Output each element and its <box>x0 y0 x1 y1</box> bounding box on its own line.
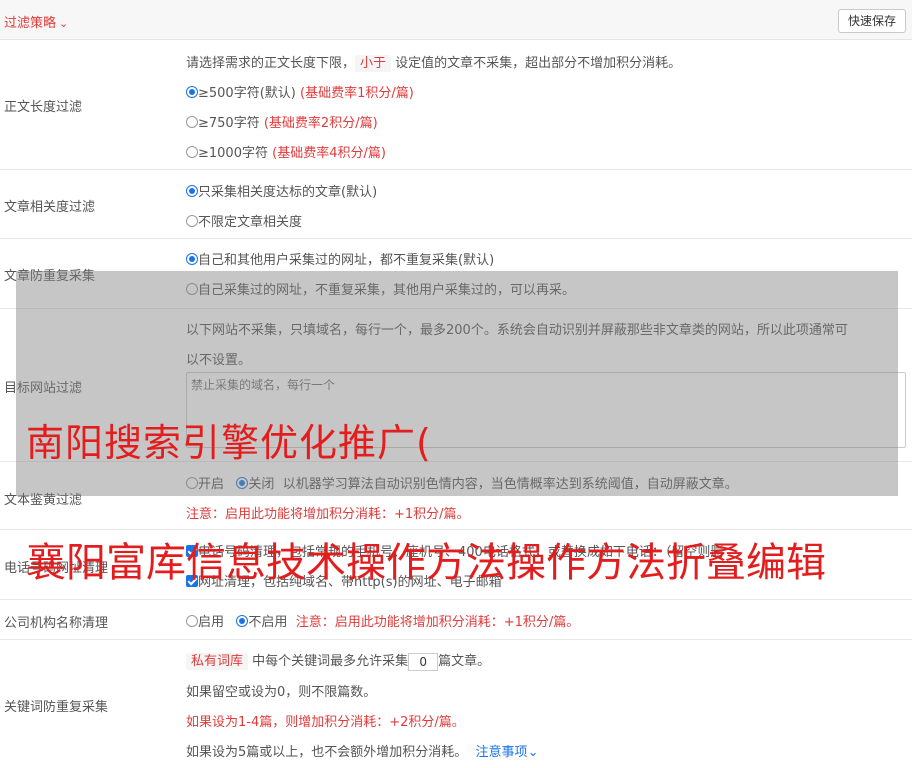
radio-selected-icon[interactable] <box>236 615 249 627</box>
company-filter-label: 公司机构名称清理 <box>4 616 109 631</box>
header-bar: 过滤策略 ⌄ 快速保存 <box>0 0 912 40</box>
radio-icon[interactable] <box>186 615 198 627</box>
dup-option-all-users[interactable]: 自己和其他用户采集过的网址，都不重复采集(默认) <box>186 249 494 268</box>
porn-filter-note: 注意：启用此功能将增加积分消耗：+1积分/篇。 <box>186 507 470 522</box>
keyword-filter-label: 关键词防重复采集 <box>4 700 109 715</box>
keyword-limit-input[interactable] <box>408 652 439 671</box>
length-option-750[interactable]: ≥750字符 (基础费率2积分/篇) <box>186 112 378 131</box>
chevron-down-icon: ⌄ <box>59 17 69 30</box>
radio-icon[interactable] <box>186 116 198 128</box>
relevance-filter-row: 文章相关度过滤 只采集相关度达标的文章(默认) 不限定文章相关度 <box>0 170 912 239</box>
radio-icon[interactable] <box>186 146 198 158</box>
length-filter-desc: 请选择需求的正文长度下限， 小于 设定值的文章不采集，超出部分不增加积分消耗。 <box>186 55 682 72</box>
relevance-option-qualified[interactable]: 只采集相关度达标的文章(默认) <box>186 181 377 200</box>
length-filter-label: 正文长度过滤 <box>4 100 83 115</box>
radio-selected-icon[interactable] <box>186 86 198 98</box>
keyword-desc-3: 如果设为1-4篇，则增加积分消耗：+2积分/篇。 <box>186 715 465 730</box>
radio-selected-icon[interactable] <box>186 253 198 265</box>
notes-link[interactable]: 注意事项⌄ <box>476 745 539 760</box>
private-lexicon-tag[interactable]: 私有词库 <box>186 653 249 670</box>
keyword-filter-row: 关键词防重复采集 私有词库 中每个关键词最多允许采集篇文章。 如果留空或设为0，… <box>0 640 912 768</box>
watermark-line-2: 襄阳富库信息技术操作方法操作方法折叠编辑 <box>26 540 826 586</box>
filter-strategy-title[interactable]: 过滤策略 ⌄ <box>4 12 68 31</box>
relevance-filter-label: 文章相关度过滤 <box>4 200 96 215</box>
keyword-desc-2: 如果留空或设为0，则不限篇数。 <box>186 685 377 700</box>
company-option-on[interactable]: 启用 <box>186 615 224 630</box>
company-filter-options: 启用 不启用 注意：启用此功能将增加积分消耗：+1积分/篇。 <box>186 611 579 630</box>
relevance-option-unlimited[interactable]: 不限定文章相关度 <box>186 211 302 230</box>
quick-save-button[interactable]: 快速保存 <box>837 9 906 33</box>
length-filter-row: 正文长度过滤 请选择需求的正文长度下限， 小于 设定值的文章不采集，超出部分不增加… <box>0 40 912 170</box>
keyword-desc-4: 如果设为5篇或以上，也不会额外增加积分消耗。 注意事项⌄ <box>186 745 539 760</box>
radio-icon[interactable] <box>186 215 198 227</box>
length-option-500[interactable]: ≥500字符(默认) (基础费率1积分/篇) <box>186 82 414 101</box>
length-option-1000[interactable]: ≥1000字符 (基础费率4积分/篇) <box>186 142 386 161</box>
watermark-line-1: 南阳搜索引擎优化推广( <box>26 421 432 465</box>
radio-selected-icon[interactable] <box>186 185 198 197</box>
keyword-limit-line: 私有词库 中每个关键词最多允许采集篇文章。 <box>186 650 490 671</box>
company-filter-row: 公司机构名称清理 启用 不启用 注意：启用此功能将增加积分消耗：+1积分/篇。 <box>0 600 912 640</box>
chevron-down-icon: ⌄ <box>527 745 539 760</box>
company-option-off[interactable]: 不启用 <box>236 615 287 630</box>
